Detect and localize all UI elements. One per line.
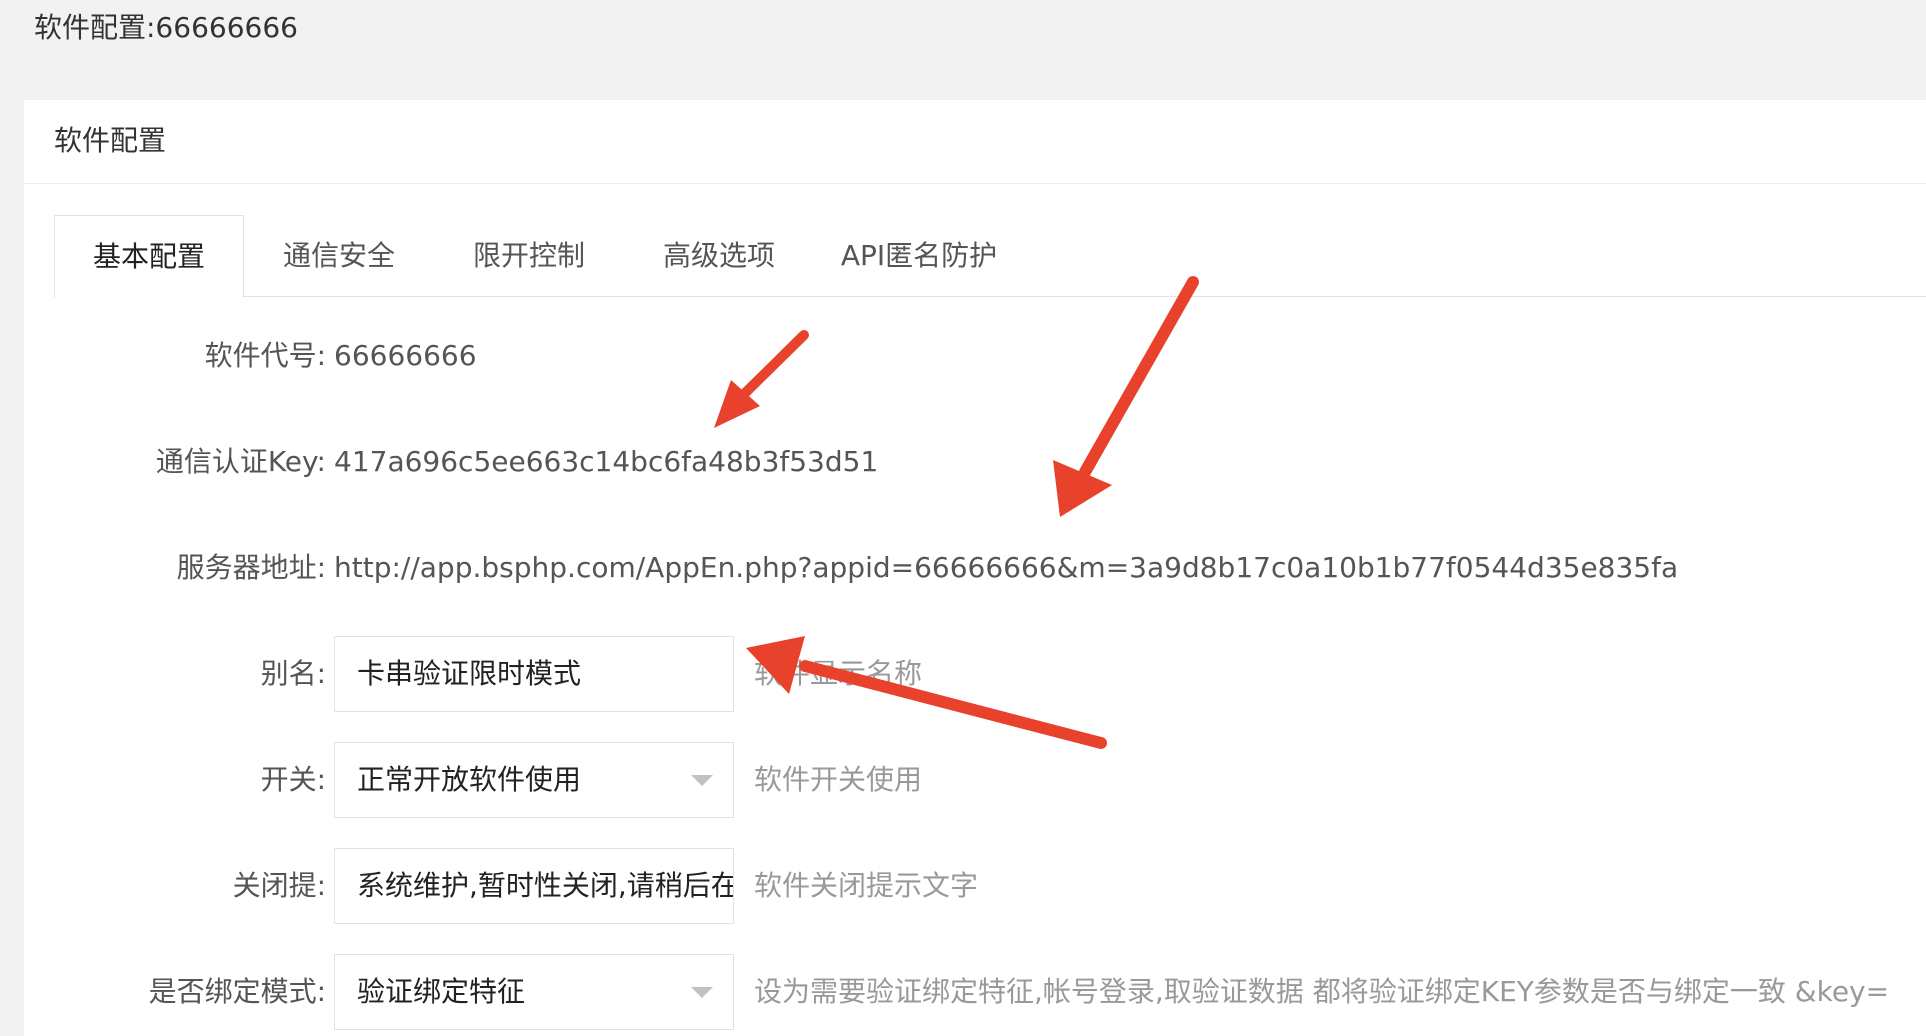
row-switch: 开关: 正常开放软件使用 软件开关使用 [24, 742, 1926, 818]
alias-input[interactable]: 卡串验证限时模式 [334, 636, 734, 712]
row-bind-mode: 是否绑定模式: 验证绑定特征 设为需要验证绑定特征,帐号登录,取验证数据 都将验… [24, 954, 1926, 1030]
alias-help: 软件显示名称 [754, 657, 923, 690]
app-id-value: 66666666 [334, 339, 477, 372]
chevron-down-icon [691, 775, 713, 786]
auth-key-label: 通信认证Key: [155, 445, 326, 478]
tab-advanced-options[interactable]: 高级选项 [624, 215, 814, 297]
close-notice-input[interactable]: 系统维护,暂时性关闭,请稍后在 [334, 848, 734, 924]
tab-comm-security[interactable]: 通信安全 [244, 215, 434, 297]
switch-help: 软件开关使用 [754, 763, 923, 796]
panel-header: 软件配置 [24, 100, 1926, 184]
switch-label: 开关: [260, 763, 326, 796]
row-server-url: 服务器地址: http://app.bsphp.com/AppEn.php?ap… [24, 530, 1926, 606]
bind-mode-select-value: 验证绑定特征 [357, 975, 526, 1008]
row-alias: 别名: 卡串验证限时模式 软件显示名称 [24, 636, 1926, 712]
row-auth-key: 通信认证Key: 417a696c5ee663c14bc6fa48b3f53d5… [24, 424, 1926, 500]
switch-select-value: 正常开放软件使用 [357, 763, 582, 796]
close-notice-input-value: 系统维护,暂时性关闭,请稍后在 [357, 869, 734, 902]
close-notice-help: 软件关闭提示文字 [754, 869, 979, 902]
page-header: 软件配置:66666666 [0, 0, 1926, 68]
bind-mode-select[interactable]: 验证绑定特征 [334, 954, 734, 1030]
alias-label: 别名: [260, 657, 326, 690]
bind-mode-help: 设为需要验证绑定特征,帐号登录,取验证数据 都将验证绑定KEY参数是否与绑定一致… [754, 975, 1890, 1008]
chevron-down-icon [691, 987, 713, 998]
bind-mode-label: 是否绑定模式: [148, 975, 326, 1008]
row-app-id: 软件代号: 66666666 [24, 318, 1926, 394]
tab-limit-control[interactable]: 限开控制 [434, 215, 624, 297]
auth-key-value: 417a696c5ee663c14bc6fa48b3f53d51 [334, 445, 879, 478]
alias-input-value: 卡串验证限时模式 [357, 657, 582, 690]
page-title: 软件配置:66666666 [34, 11, 298, 44]
server-url-label: 服务器地址: [176, 551, 326, 584]
server-url-value: http://app.bsphp.com/AppEn.php?appid=666… [334, 551, 1679, 584]
tab-api-anonymous-protection[interactable]: API匿名防护 [814, 215, 1024, 297]
panel-title: 软件配置 [54, 124, 167, 157]
row-close-notice: 关闭提: 系统维护,暂时性关闭,请稍后在 软件关闭提示文字 [24, 848, 1926, 924]
tab-bar: 基本配置 通信安全 限开控制 高级选项 API匿名防护 [54, 215, 1926, 298]
tab-basic-config[interactable]: 基本配置 [54, 215, 244, 298]
app-id-label: 软件代号: [204, 339, 326, 372]
close-notice-label: 关闭提: [232, 869, 326, 902]
switch-select[interactable]: 正常开放软件使用 [334, 742, 734, 818]
config-panel: 软件配置 基本配置 通信安全 限开控制 高级选项 API匿名防护 软件代号: 6… [24, 100, 1926, 1036]
